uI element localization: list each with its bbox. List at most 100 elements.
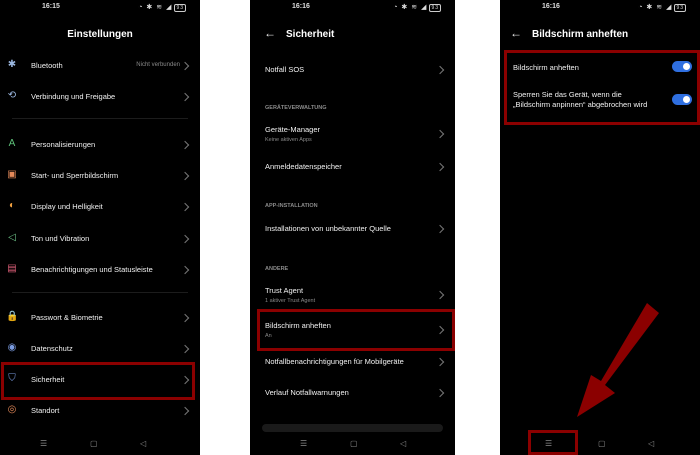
eye-icon: ◉: [7, 342, 17, 353]
chevron-right-icon: [180, 234, 190, 244]
settings-item-bluetooth[interactable]: ✱ Bluetooth Nicht verbunden: [0, 59, 200, 73]
battery-icon: 93: [429, 4, 441, 12]
notification-icon: ▤: [7, 263, 17, 274]
chevron-right-icon: [180, 140, 190, 150]
settings-item-label: Benachrichtigungen und Statusleiste: [31, 265, 153, 274]
highlight-menu-button: [528, 430, 578, 455]
status-icons: ◔ ✱ ≋ ◢: [393, 4, 428, 11]
settings-item-display[interactable]: ◐ Display und Helligkeit: [0, 200, 200, 214]
status-bar: 16:15 ◔ ✱ ≋ ◢ 93: [0, 0, 200, 14]
bluetooth-status: Nicht verbunden: [136, 62, 180, 68]
section-header: GERÄTEVERWALTUNG: [265, 105, 327, 111]
item-label: Geräte-Manager: [265, 125, 321, 134]
status-time: 16:16: [542, 3, 560, 10]
settings-item-label: Verbindung und Freigabe: [31, 92, 116, 101]
back-arrow-icon[interactable]: ←: [510, 26, 522, 40]
battery-icon: 93: [674, 4, 686, 12]
item-label: Installationen von unbekannter Quelle: [265, 224, 391, 233]
item-label: Trust Agent: [265, 286, 304, 295]
chevron-right-icon: [435, 65, 445, 75]
settings-item-personalization[interactable]: A Personalisierungen: [0, 138, 200, 152]
chevron-right-icon: [435, 224, 445, 234]
item-label: Verlauf Notfallwarnungen: [265, 388, 349, 397]
lock-icon: 🔒: [6, 311, 19, 322]
brightness-icon: ◐: [8, 200, 16, 211]
highlight-toggles: [504, 50, 700, 125]
navigation-bar: ☰ ▢ ◁: [250, 433, 455, 455]
back-arrow-icon[interactable]: ←: [264, 26, 276, 40]
settings-item-connection[interactable]: ⟲ Verbindung und Freigabe: [0, 90, 200, 104]
settings-item-sound[interactable]: ◁ Ton und Vibration: [0, 232, 200, 246]
list-item-notfall-sos[interactable]: Notfall SOS: [250, 63, 455, 77]
chevron-right-icon: [180, 92, 190, 102]
chevron-right-icon: [435, 388, 445, 398]
navigation-bar: ☰ ▢ ◁: [0, 433, 200, 455]
item-sublabel: Keine aktiven Apps: [265, 137, 312, 143]
battery-icon: 93: [174, 4, 186, 12]
item-sublabel: 1 aktiver Trust Agent: [265, 298, 316, 304]
scroll-hint: [262, 424, 443, 432]
settings-item-label: Bluetooth: [31, 61, 63, 70]
settings-item-label: Personalisierungen: [31, 140, 96, 149]
menu-icon[interactable]: ☰: [300, 439, 307, 448]
chevron-right-icon: [180, 202, 190, 212]
list-item-emergency-alerts[interactable]: Notfallbenachrichtigungen für Mobilgerät…: [250, 355, 455, 369]
menu-icon[interactable]: ☰: [40, 439, 47, 448]
status-time: 16:15: [42, 3, 60, 10]
status-time: 16:16: [292, 3, 310, 10]
chevron-right-icon: [180, 265, 190, 275]
settings-item-label: Ton und Vibration: [31, 234, 90, 243]
chevron-right-icon: [180, 344, 190, 354]
list-item-credentials[interactable]: Anmeldedatenspeicher: [250, 160, 455, 174]
list-item-device-manager[interactable]: Geräte-Manager Keine aktiven Apps: [250, 123, 455, 147]
home-icon[interactable]: ▢: [598, 439, 606, 448]
chevron-right-icon: [435, 162, 445, 172]
security-screen: 16:16 ◔ ✱ ≋ ◢ 93 ← Sicherheit Notfall SOS…: [250, 0, 455, 455]
chevron-right-icon: [180, 313, 190, 323]
divider: [12, 118, 188, 119]
chevron-right-icon: [435, 290, 445, 300]
settings-item-label: Standort: [31, 406, 60, 415]
share-icon: ⟲: [7, 90, 17, 101]
highlight-screen-pinning: [257, 309, 455, 351]
item-label: Notfall SOS: [265, 65, 305, 74]
chevron-right-icon: [435, 129, 445, 139]
divider: [12, 292, 188, 293]
status-bar: 16:16 ◔ ✱ ≋ ◢ 93: [500, 0, 700, 14]
home-icon[interactable]: ▢: [350, 439, 358, 448]
bluetooth-icon: ✱: [7, 59, 17, 70]
personalization-icon: A: [8, 138, 16, 149]
speaker-icon: ◁: [8, 232, 16, 243]
section-header: APP-INSTALLATION: [265, 203, 318, 209]
settings-item-label: Display und Helligkeit: [31, 202, 103, 211]
location-pin-icon: ◎: [7, 404, 17, 415]
back-icon[interactable]: ◁: [400, 439, 406, 448]
settings-item-lockscreen[interactable]: ▣ Start- und Sperrbildschirm: [0, 169, 200, 183]
item-label: Notfallbenachrichtigungen für Mobilgerät…: [265, 357, 404, 366]
status-icons: ◔ ✱ ≋ ◢: [638, 4, 673, 11]
chevron-right-icon: [180, 61, 190, 71]
pointer-arrow-icon: [577, 303, 659, 417]
list-item-unknown-sources[interactable]: Installationen von unbekannter Quelle: [250, 222, 455, 236]
section-header: ANDERE: [265, 266, 289, 272]
page-title: Bildschirm anheften: [532, 29, 629, 40]
list-item-trust-agent[interactable]: Trust Agent 1 aktiver Trust Agent: [250, 284, 455, 308]
status-bar: 16:16 ◔ ✱ ≋ ◢ 93: [250, 0, 455, 14]
settings-item-label: Passwort & Biometrie: [31, 313, 103, 322]
home-icon[interactable]: ▢: [90, 439, 98, 448]
list-item-alert-history[interactable]: Verlauf Notfallwarnungen: [250, 386, 455, 400]
settings-item-label: Datenschutz: [31, 344, 73, 353]
back-icon[interactable]: ◁: [648, 439, 654, 448]
settings-item-password[interactable]: 🔒 Passwort & Biometrie: [0, 311, 200, 325]
item-label: Anmeldedatenspeicher: [265, 162, 342, 171]
highlight-security: [1, 362, 195, 400]
settings-item-location[interactable]: ◎ Standort: [0, 404, 200, 418]
chevron-right-icon: [180, 171, 190, 181]
settings-item-notifications[interactable]: ▤ Benachrichtigungen und Statusleiste: [0, 263, 200, 277]
page-title: Sicherheit: [286, 29, 335, 40]
lockscreen-icon: ▣: [7, 169, 17, 180]
settings-item-label: Start- und Sperrbildschirm: [31, 171, 119, 180]
chevron-right-icon: [180, 406, 190, 416]
settings-item-privacy[interactable]: ◉ Datenschutz: [0, 342, 200, 356]
back-icon[interactable]: ◁: [140, 439, 146, 448]
